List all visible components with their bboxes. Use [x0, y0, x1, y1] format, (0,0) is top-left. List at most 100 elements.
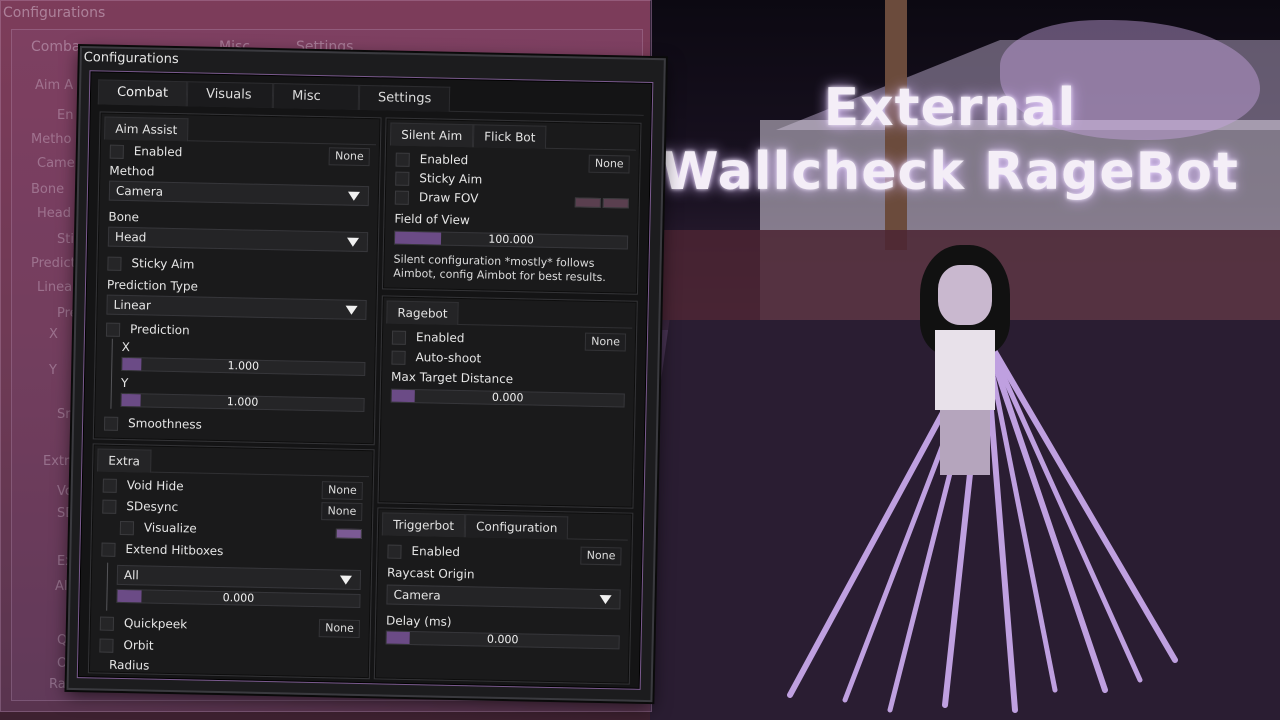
silent-aim-tabs: Silent Aim Flick Bot — [389, 122, 637, 151]
ghost-tab: Comba — [31, 39, 81, 55]
method-dropdown[interactable]: Camera — [108, 180, 370, 207]
max-dist-slider-value: 0.000 — [491, 390, 524, 405]
void-hide-checkbox[interactable] — [102, 478, 117, 493]
silent-enabled-checkbox[interactable] — [395, 152, 410, 167]
aim-assist-panel: Aim Assist Enabled None Method Camera Bo… — [92, 111, 382, 446]
autoshoot-label: Auto-shoot — [415, 350, 482, 366]
aim-enabled-keybind[interactable]: None — [328, 147, 370, 167]
tab-flick-bot[interactable]: Flick Bot — [472, 124, 547, 149]
ghost-label: Head — [37, 206, 71, 221]
bone-row-dd: Head — [107, 226, 369, 253]
trigger-enabled-checkbox[interactable] — [387, 544, 402, 559]
tab-silent-aim[interactable]: Silent Aim — [389, 122, 474, 148]
silent-enabled-keybind[interactable]: None — [588, 154, 630, 174]
visualize-color-swatch[interactable] — [335, 528, 362, 540]
trigger-enabled-row[interactable]: Enabled None — [387, 543, 622, 566]
aim-enabled-label: Enabled — [133, 144, 183, 160]
tab-aim-assist[interactable]: Aim Assist — [104, 116, 189, 142]
quickpeek-label: Quickpeek — [123, 616, 188, 632]
bone-value: Head — [114, 229, 147, 245]
extend-dropdown[interactable]: All — [116, 564, 362, 590]
void-hide-keybind[interactable]: None — [321, 481, 363, 501]
sdesync-row[interactable]: SDesync None — [102, 498, 363, 522]
visualize-row[interactable]: Visualize — [119, 519, 362, 542]
quickpeek-keybind[interactable]: None — [318, 619, 361, 638]
void-hide-label: Void Hide — [126, 478, 184, 494]
configurations-window[interactable]: Configurations Combat Visuals Misc Setti… — [66, 46, 666, 703]
extend-slider-value: 0.000 — [222, 591, 255, 605]
orbit-checkbox[interactable] — [99, 638, 114, 653]
pred-type-row-dd: Linear — [106, 294, 367, 321]
rage-enabled-checkbox[interactable] — [391, 330, 407, 345]
smoothness-row[interactable]: Smoothness — [103, 415, 364, 438]
silent-aim-panel: Silent Aim Flick Bot Enabled None Sticky… — [381, 117, 642, 295]
player-avatar — [910, 245, 1020, 475]
method-value: Camera — [115, 183, 164, 199]
ghost-label: Predict — [31, 256, 76, 271]
ghost-label: Sti — [57, 232, 74, 247]
aim-sticky-checkbox[interactable] — [107, 256, 122, 271]
origin-dropdown[interactable]: Camera — [386, 584, 621, 610]
draw-fov-checkbox[interactable] — [394, 190, 410, 205]
fov-slider[interactable]: 100.000 — [393, 230, 629, 250]
autoshoot-row[interactable]: Auto-shoot — [391, 349, 625, 372]
orbit-label: Orbit — [123, 638, 154, 653]
tab-ragebot[interactable]: Ragebot — [386, 300, 459, 325]
pred-type-label: Prediction Type — [106, 277, 199, 294]
method-row-dd: Camera — [108, 180, 370, 207]
silent-sticky-checkbox[interactable] — [395, 171, 410, 186]
tab-configuration[interactable]: Configuration — [464, 514, 569, 540]
sdesync-keybind[interactable]: None — [321, 502, 363, 522]
extend-checkbox[interactable] — [101, 542, 116, 557]
rage-enabled-keybind[interactable]: None — [585, 332, 627, 352]
visualize-label: Visualize — [143, 520, 197, 536]
smoothness-checkbox[interactable] — [103, 416, 119, 431]
void-hide-row[interactable]: Void Hide None — [102, 477, 363, 501]
visualize-checkbox[interactable] — [119, 520, 135, 536]
bone-dropdown[interactable]: Head — [107, 226, 369, 253]
autoshoot-checkbox[interactable] — [391, 350, 406, 365]
window-body: Combat Visuals Misc Settings Aim Assist … — [76, 70, 654, 690]
sdesync-checkbox[interactable] — [102, 499, 117, 514]
tab-visuals[interactable]: Visuals — [186, 81, 274, 109]
quickpeek-checkbox[interactable] — [99, 616, 115, 631]
tab-extra[interactable]: Extra — [97, 448, 152, 473]
overlay-title-line2: Wallcheck RageBot — [661, 142, 1239, 202]
extend-slider[interactable]: 0.000 — [116, 588, 361, 608]
extend-dd-row: All — [116, 564, 362, 590]
tab-misc[interactable]: Misc — [272, 83, 360, 110]
draw-fov-row[interactable]: Draw FOV — [394, 189, 629, 212]
trigger-enabled-label: Enabled — [411, 544, 461, 560]
ghost-label: Came — [37, 156, 75, 171]
x-label: X — [121, 339, 131, 355]
ghost-label: Aim A — [35, 78, 74, 93]
extend-row[interactable]: Extend Hitboxes — [101, 541, 361, 564]
fov-label-row: Field of View — [394, 211, 628, 234]
delay-label: Delay (ms) — [385, 613, 452, 629]
silent-note: Silent configuration *mostly* follows Ai… — [393, 252, 606, 285]
max-dist-slider[interactable]: 0.000 — [390, 388, 625, 408]
triggerbot-tabs: Triggerbot Configuration — [381, 512, 629, 541]
tab-triggerbot[interactable]: Triggerbot — [381, 512, 466, 538]
pred-type-dropdown[interactable]: Linear — [106, 294, 367, 321]
tab-settings[interactable]: Settings — [358, 84, 451, 112]
draw-fov-label: Draw FOV — [418, 190, 479, 206]
fov-slider-value: 100.000 — [488, 232, 534, 247]
ghost-label: Bone — [31, 182, 65, 197]
trigger-enabled-keybind[interactable]: None — [580, 546, 622, 566]
max-dist-slider-row: 0.000 — [390, 388, 625, 408]
rage-enabled-row[interactable]: Enabled None — [391, 329, 627, 352]
quickpeek-row[interactable]: Quickpeek None — [99, 615, 361, 638]
extend-slider-row: 0.000 — [116, 588, 361, 608]
bone-label: Bone — [108, 209, 140, 225]
aim-enabled-checkbox[interactable] — [109, 144, 124, 159]
radius-label: Radius — [108, 657, 150, 673]
tab-combat[interactable]: Combat — [97, 79, 188, 107]
chevron-down-icon — [339, 575, 352, 585]
indent-guide — [106, 562, 109, 611]
fov-outline-swatch[interactable] — [602, 197, 629, 209]
aim-sticky-row[interactable]: Sticky Aim — [107, 255, 367, 278]
prediction-checkbox[interactable] — [105, 322, 121, 337]
fov-color-swatch[interactable] — [574, 197, 601, 208]
origin-dd-row: Camera — [386, 584, 621, 610]
